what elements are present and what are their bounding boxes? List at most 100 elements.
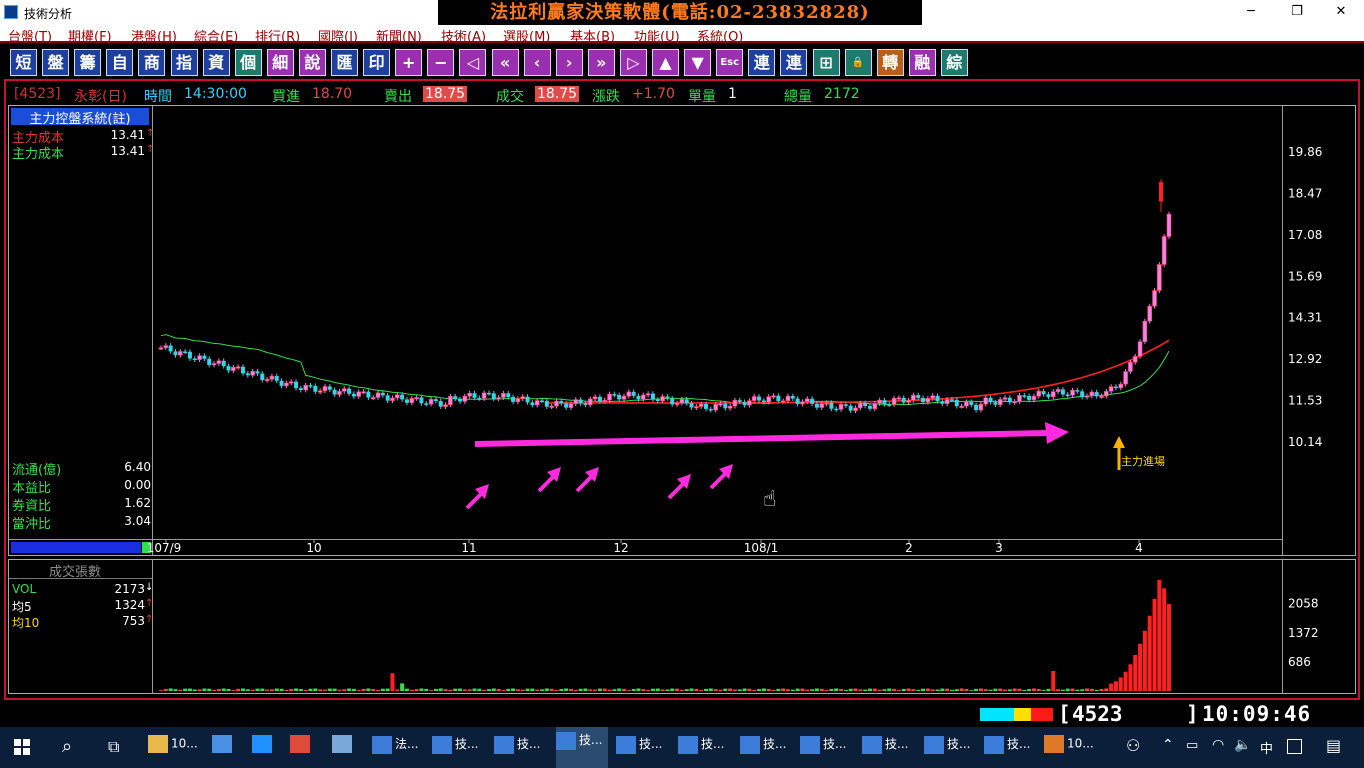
windows-start-icon[interactable] xyxy=(14,739,30,755)
menu-item-8[interactable]: 選股(M) xyxy=(503,26,550,45)
candle-body xyxy=(872,403,878,410)
toolbar-button-24[interactable]: 連 xyxy=(780,49,808,76)
toolbar-button-22[interactable]: Esc xyxy=(716,49,744,76)
candle-body xyxy=(433,399,438,402)
menu-item-7[interactable]: 技術(A) xyxy=(441,26,486,45)
toolbar-button-12[interactable]: + xyxy=(395,49,423,76)
toolbar-button-19[interactable]: ▷ xyxy=(619,49,647,76)
stock-name: 永彰(日) xyxy=(74,89,127,105)
menu-item-6[interactable]: 新聞(N) xyxy=(376,26,422,45)
candle-body xyxy=(520,396,526,399)
volume-bar xyxy=(1089,688,1094,691)
taskbar-app-6[interactable]: 技... xyxy=(432,735,478,761)
toolbar-button-23[interactable]: 連 xyxy=(748,49,776,76)
maximize-button[interactable]: ❐ xyxy=(1274,2,1320,22)
people-icon[interactable]: ⚇ xyxy=(1126,736,1140,755)
taskbar-app-0[interactable]: 10... xyxy=(148,735,198,761)
volume-bar xyxy=(906,688,911,691)
candle-body xyxy=(453,396,458,399)
menu-item-0[interactable]: 台盤(T) xyxy=(8,26,52,45)
menu-item-10[interactable]: 功能(U) xyxy=(634,26,680,45)
menu-item-1[interactable]: 期權(F) xyxy=(68,26,112,45)
taskbar-app-10[interactable]: 技... xyxy=(678,735,724,761)
taskbar-app-3[interactable] xyxy=(290,735,313,761)
menu-item-5[interactable]: 國際(I) xyxy=(318,26,358,45)
toolbar-button-26[interactable]: 🔒 xyxy=(844,49,872,76)
volume-bar xyxy=(366,688,371,691)
toolbar-button-15[interactable]: « xyxy=(491,49,519,76)
taskbar-app-9[interactable]: 技... xyxy=(616,735,662,761)
toolbar-button-4[interactable]: 商 xyxy=(138,49,166,76)
toolbar-button-6[interactable]: 資 xyxy=(202,49,230,76)
volume-bar xyxy=(448,689,453,691)
toolbar-button-0[interactable]: 短 xyxy=(10,49,37,76)
taskbar-app-16[interactable]: 10... xyxy=(1044,735,1094,761)
candle-body xyxy=(631,391,636,396)
toolbar-button-29[interactable]: 綜 xyxy=(940,49,968,76)
toolbar-button-27[interactable]: 轉 xyxy=(876,49,904,76)
search-icon[interactable]: ⌕ xyxy=(62,736,72,757)
volume-bar xyxy=(660,689,665,691)
toolbar-button-25[interactable]: ⊞ xyxy=(812,49,840,76)
taskbar-app-15[interactable]: 技... xyxy=(984,735,1030,761)
minimize-button[interactable]: ─ xyxy=(1228,2,1274,22)
taskbar-app-4[interactable] xyxy=(332,735,355,761)
toolbar-button-16[interactable]: ‹ xyxy=(523,49,551,76)
volume-bar xyxy=(930,689,935,691)
candle-body xyxy=(771,395,776,398)
volume-bar xyxy=(747,688,752,691)
toolbar-button-11[interactable]: 印 xyxy=(363,49,391,76)
taskbar-app-7[interactable]: 技... xyxy=(494,735,540,761)
menu-item-3[interactable]: 綜合(E) xyxy=(194,26,238,45)
menu-item-4[interactable]: 排行(R) xyxy=(255,26,300,45)
ime-mode-icon[interactable] xyxy=(1287,739,1302,754)
volume-bar xyxy=(593,689,598,691)
candle-body xyxy=(458,398,463,402)
toolbar-button-2[interactable]: 籌 xyxy=(74,49,102,76)
candle-body xyxy=(665,396,670,399)
taskbar-app-14[interactable]: 技... xyxy=(924,735,970,761)
tray-chevron-up-icon[interactable]: ⌃ xyxy=(1162,737,1174,753)
candle-body xyxy=(1089,391,1095,397)
close-button[interactable]: ✕ xyxy=(1318,2,1364,22)
volume-bar xyxy=(318,689,323,691)
taskbar-app-2[interactable] xyxy=(252,735,275,761)
toolbar-button-13[interactable]: − xyxy=(427,49,455,76)
taskbar-app-1[interactable] xyxy=(212,735,235,761)
taskbar-app-12[interactable]: 技... xyxy=(800,735,846,761)
volume-icon[interactable]: 🔈 xyxy=(1234,737,1251,753)
toolbar-button-17[interactable]: › xyxy=(555,49,583,76)
taskbar-app-11[interactable]: 技... xyxy=(740,735,786,761)
volume-chart-pane[interactable]: 成交張數 VOL 2173 ↓ 均5 1324 ↑ 均10 753 ↑ 2058… xyxy=(8,559,1356,694)
menu-item-11[interactable]: 系統(O) xyxy=(697,26,743,45)
toolbar-button-7[interactable]: 個 xyxy=(234,49,262,76)
toolbar-button-1[interactable]: 盤 xyxy=(42,49,70,76)
toolbar-button-20[interactable]: ▲ xyxy=(652,49,679,76)
volume-bar xyxy=(737,689,742,691)
task-view-icon[interactable]: ⧉ xyxy=(108,737,119,757)
toolbar-button-5[interactable]: 指 xyxy=(170,49,198,76)
menu-item-9[interactable]: 基本(B) xyxy=(570,26,615,45)
taskbar-app-13[interactable]: 技... xyxy=(862,735,908,761)
ime-indicator[interactable]: 中 xyxy=(1260,738,1273,757)
toolbar-button-14[interactable]: ◁ xyxy=(459,49,487,76)
battery-icon[interactable]: ▭ xyxy=(1186,738,1198,753)
menu-item-2[interactable]: 港盤(H) xyxy=(131,26,177,45)
toolbar-button-3[interactable]: 自 xyxy=(106,49,134,76)
status-stock-code[interactable]: 4523 xyxy=(1072,702,1123,726)
toolbar-button-9[interactable]: 說 xyxy=(298,49,326,76)
toolbar-button-21[interactable]: ▼ xyxy=(684,49,712,76)
toolbar-button-28[interactable]: 融 xyxy=(908,49,936,76)
taskbar-app-5[interactable]: 法... xyxy=(372,735,418,761)
volume-bar xyxy=(694,688,699,691)
toolbar-button-18[interactable]: » xyxy=(587,49,615,76)
candle-body xyxy=(177,351,183,356)
volume-bar xyxy=(1123,671,1128,691)
taskbar-app-8[interactable]: 技... xyxy=(556,727,609,768)
volume-bar xyxy=(443,689,448,691)
toolbar-button-10[interactable]: 匯 xyxy=(331,49,358,76)
wifi-icon[interactable]: ◠ xyxy=(1212,737,1224,753)
toolbar-button-8[interactable]: 細 xyxy=(266,49,294,76)
price-chart-pane[interactable]: 主力控盤系統(註) 主力成本 13.41 主力成本 13.41 ↑ ↑ 流通(億… xyxy=(8,105,1356,556)
notification-icon[interactable]: ▤ xyxy=(1326,736,1341,755)
